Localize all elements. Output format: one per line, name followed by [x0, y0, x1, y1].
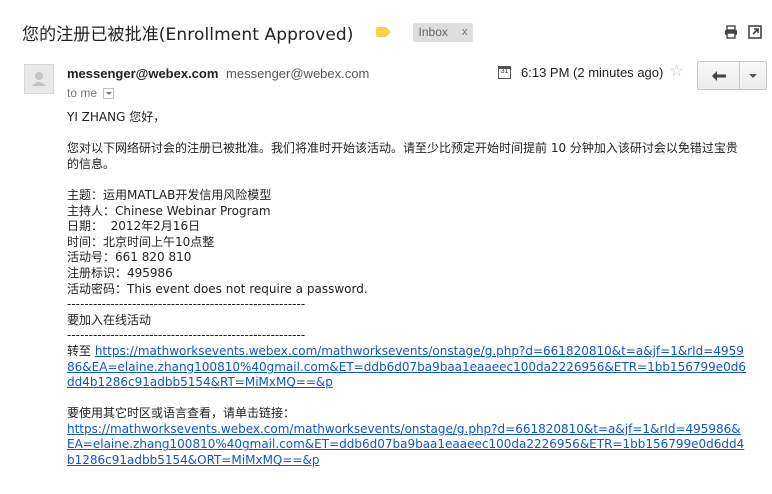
top-icons — [724, 24, 762, 39]
label-tag-point — [385, 27, 391, 37]
time: 时间：北京时间上午10点整 — [67, 234, 215, 249]
divider-bottom: ----------------------------------------… — [67, 328, 306, 343]
sender-line: messenger@webex.com messenger@webex.com — [67, 66, 369, 81]
inbox-label-text: Inbox — [418, 25, 448, 39]
date: 日期： 2012年2月16日 — [67, 219, 201, 234]
timezone-link[interactable]: https://mathworksevents.webex.com/mathwo… — [67, 422, 744, 467]
greeting: YI ZHANG 您好， — [67, 110, 166, 124]
sender-email: messenger@webex.com — [226, 66, 370, 81]
reply-button-group — [697, 61, 767, 90]
sender-name[interactable]: messenger@webex.com — [67, 66, 218, 81]
star-icon[interactable]: ☆ — [669, 64, 683, 80]
reply-button[interactable] — [698, 62, 740, 89]
important-label-icon[interactable] — [375, 27, 391, 37]
email-subject: 您的注册已被批准(Enrollment Approved) — [22, 24, 354, 45]
join-heading: 要加入在线活动 — [67, 312, 152, 327]
subject-bar: 您的注册已被批准(Enrollment Approved) Inbox x — [22, 19, 474, 45]
message-meta: 31 6:13 PM (2 minutes ago) ☆ — [498, 64, 684, 80]
divider-top: ----------------------------------------… — [67, 297, 306, 312]
label-tag-body — [375, 27, 386, 37]
remove-label-button[interactable]: x — [462, 26, 468, 38]
reply-arrow-icon — [711, 70, 726, 81]
timestamp: 6:13 PM (2 minutes ago) — [521, 64, 664, 80]
calendar-icon[interactable]: 31 — [498, 65, 511, 79]
email-body: YI ZHANG 您好， 您对以下网络研讨会的注册已被批准。我们将准时开始该活动… — [67, 110, 757, 469]
join-line: 转至 https://mathworksevents.webex.com/mat… — [67, 344, 747, 391]
avatar — [24, 64, 54, 94]
event-number: 活动号：661 820 810 — [67, 250, 192, 265]
other-timezone-text: 要使用其它时区或语言查看，请单击链接： — [67, 406, 296, 421]
host: 主持人：Chinese Webinar Program — [67, 203, 271, 218]
recipient-text: to me — [67, 86, 98, 100]
more-actions-button[interactable] — [740, 62, 766, 89]
intro-paragraph: 您对以下网络研讨会的注册已被批准。我们将准时开始该活动。请至少比预定开始时间提前… — [67, 141, 738, 171]
registration-id: 注册标识：495986 — [67, 265, 173, 280]
show-details-dropdown-icon[interactable] — [103, 87, 115, 99]
print-icon[interactable] — [724, 24, 738, 39]
event-password: 活动密码：This event does not require a passw… — [67, 281, 368, 296]
inbox-label-chip[interactable]: Inbox x — [412, 22, 474, 42]
timezone-link-line: https://mathworksevents.webex.com/mathwo… — [67, 422, 747, 469]
goto-prefix: 转至 — [67, 343, 95, 358]
join-link[interactable]: https://mathworksevents.webex.com/mathwo… — [67, 344, 746, 389]
recipient-line: to me — [67, 86, 115, 100]
person-icon — [32, 72, 46, 86]
new-window-icon[interactable] — [748, 24, 762, 39]
topic: 主题：运用MATLAB开发信用风险模型 — [67, 187, 272, 202]
